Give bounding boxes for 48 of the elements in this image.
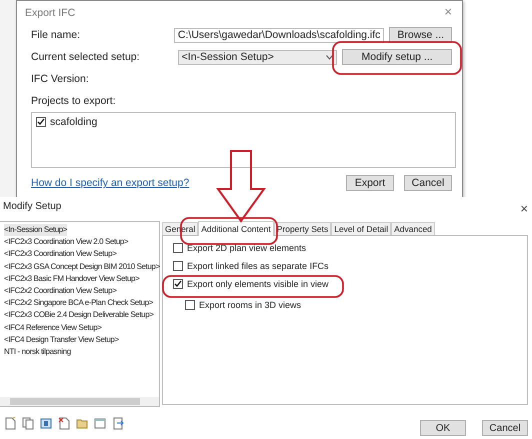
field-label: File name:	[31, 29, 82, 41]
file-name-field[interactable]: C:\Users\gawedar\Downloads\scafolding.ifc	[174, 28, 384, 42]
ok-button[interactable]: OK	[420, 420, 466, 436]
option-label: Export only elements visible in view	[187, 278, 329, 291]
tab[interactable]: Additional Content	[198, 221, 274, 236]
tab[interactable]: Advanced	[391, 222, 435, 235]
checkbox[interactable]	[173, 279, 183, 289]
option-label: Export linked files as separate IFCs	[187, 260, 329, 273]
setup-item[interactable]: <IFC4 Design Transfer View Setup>	[4, 334, 119, 346]
setup-item[interactable]: <IFC2x3 Coordination View Setup>	[4, 248, 116, 261]
setup-item[interactable]: <IFC2x3 Basic FM Handover View Setup>	[4, 272, 140, 285]
tab[interactable]: Level of Detail	[331, 222, 392, 235]
new-file-icon[interactable]	[4, 417, 16, 430]
dialog-title: Modify Setup	[3, 201, 62, 214]
help-link[interactable]: How do I specify an export setup?	[31, 177, 346, 189]
field-label: IFC Version:	[31, 73, 89, 85]
close-icon[interactable]: ×	[444, 7, 452, 19]
setup-item[interactable]: <IFC2x3 COBie 2.4 Design Deliverable Setup>	[4, 309, 154, 322]
cancel-button[interactable]: Cancel	[404, 175, 452, 191]
setup-item[interactable]: <IFC2x3 Coordination View 2.0 Setup>	[4, 236, 128, 248]
export-button[interactable]: Export	[346, 175, 394, 191]
option-label: Export rooms in 3D views	[199, 299, 302, 312]
dialog-title: Export IFC	[25, 7, 76, 19]
setup-item[interactable]: <IFC4 Reference View Setup>	[4, 322, 102, 334]
copy-icon[interactable]	[22, 417, 34, 430]
option-label: Export 2D plan view elements	[187, 242, 306, 255]
setup-item[interactable]: <IFC2x2 Singapore BCA e-Plan Check Setup>	[4, 297, 154, 310]
checkbox[interactable]	[173, 243, 183, 253]
setup-item[interactable]: <IFC2x2 Coordination View Setup>	[4, 284, 116, 298]
delete-icon[interactable]	[58, 417, 70, 430]
caret-icon	[326, 54, 334, 60]
checkbox[interactable]	[173, 261, 183, 271]
checkbox[interactable]	[185, 300, 195, 310]
scrollbar[interactable]	[0, 397, 159, 406]
project-name: scafolding	[50, 116, 98, 128]
setup-item[interactable]: <In-Session Setup>	[4, 224, 68, 236]
modify-setup-button[interactable]: Modify setup ...	[342, 49, 452, 65]
close-icon[interactable]: ×	[520, 201, 528, 219]
export-icon[interactable]	[112, 417, 124, 430]
field-label: Current selected setup:	[31, 51, 141, 63]
setup-dropdown[interactable]: <In-Session Setup>	[178, 50, 338, 64]
checkbox[interactable]	[36, 117, 46, 127]
setup-item[interactable]: <IFC2x3 GSA Concept Design BIM 2010 Setup>	[4, 260, 160, 273]
field-label: Projects to export:	[31, 95, 116, 107]
folder-icon[interactable]	[76, 417, 88, 430]
window-icon[interactable]	[94, 417, 106, 430]
setup-item[interactable]: NTI - norsk tilpasning	[4, 346, 71, 358]
cancel-button[interactable]: Cancel	[482, 420, 528, 436]
